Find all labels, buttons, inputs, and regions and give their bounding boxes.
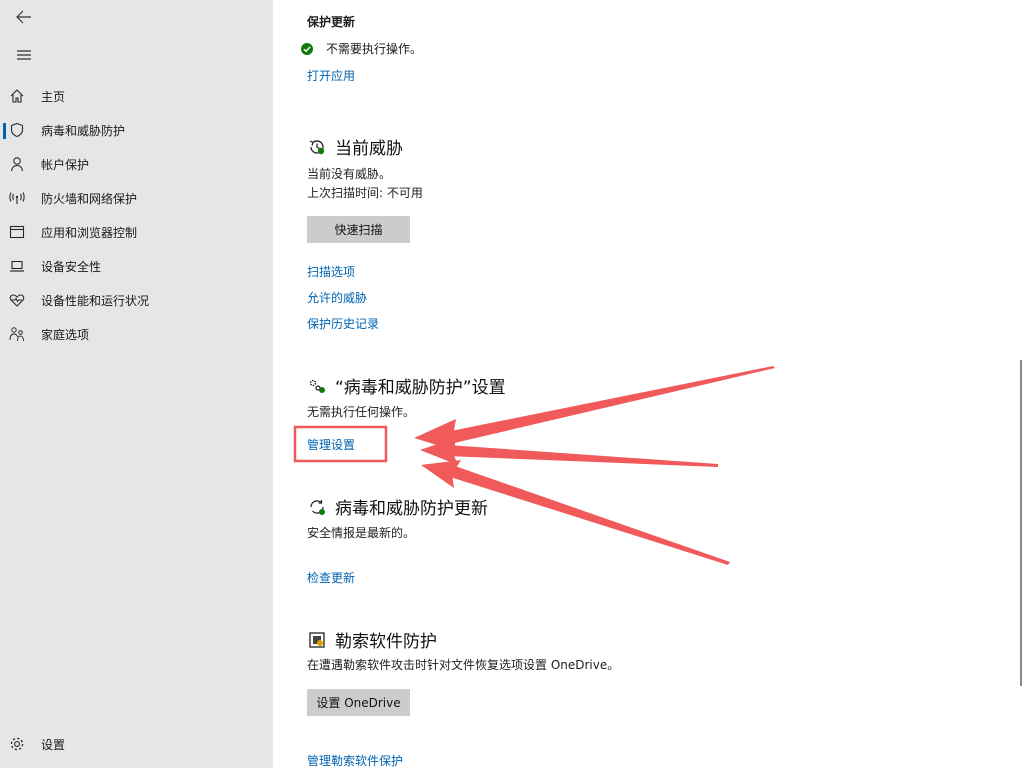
main-content: 保护更新 不需要执行操作。 打开应用 当前威胁 当前没有威胁。 上次扫描时间: … [273,0,1024,768]
sidebar-item-label: 主页 [41,89,66,104]
family-icon [8,325,26,343]
sidebar: 主页 病毒和威胁防护 帐户保护 防火墙和网络保护 应用和浏览器控制 设备安全性 [0,0,273,768]
manage-ransomware-link[interactable]: 管理勒索软件保护 [307,752,403,769]
sidebar-item-label: 应用和浏览器控制 [41,225,138,240]
sidebar-item-virus-protection[interactable]: 病毒和威胁防护 [0,113,273,147]
allowed-threats-link[interactable]: 允许的威胁 [307,289,367,306]
app-window-icon [8,223,26,241]
ransomware-folder-icon [307,630,327,650]
protection-history-link[interactable]: 保护历史记录 [307,315,379,332]
heart-pulse-icon [8,291,26,309]
protection-settings-title: “病毒和威胁防护”设置 [335,378,506,398]
sidebar-item-label: 防火墙和网络保护 [41,191,138,206]
ransomware-header: 勒索软件防护 [307,627,437,652]
person-icon [8,155,26,173]
ransomware-title: 勒索软件防护 [335,632,437,652]
hamburger-menu-button[interactable] [0,38,48,72]
sidebar-item-family-options[interactable]: 家庭选项 [0,317,273,351]
shield-icon [8,121,26,139]
sidebar-item-home[interactable]: 主页 [0,79,273,113]
settings-status-text: 无需执行任何操作。 [307,405,416,419]
sidebar-item-app-browser-control[interactable]: 应用和浏览器控制 [0,215,273,249]
refresh-update-icon [307,497,327,517]
hamburger-icon [17,50,31,60]
sidebar-item-label: 设备安全性 [41,259,102,274]
selection-indicator [3,123,6,139]
sidebar-item-label: 帐户保护 [41,157,90,172]
sidebar-item-label: 设备性能和运行状况 [41,293,150,308]
protection-updates-title: 保护更新 [307,15,356,29]
sidebar-item-device-security[interactable]: 设备安全性 [0,249,273,283]
sidebar-item-label: 病毒和威胁防护 [41,123,126,138]
open-app-link[interactable]: 打开应用 [307,67,355,84]
back-button[interactable] [0,0,48,34]
sidebar-item-label: 家庭选项 [41,327,90,342]
protection-settings-header: “病毒和威胁防护”设置 [307,373,506,398]
current-threats-header: 当前威胁 [307,134,403,159]
scrollbar[interactable] [1020,360,1022,686]
sidebar-item-settings[interactable]: 设置 [0,727,273,761]
scan-options-link[interactable]: 扫描选项 [307,263,355,280]
history-clock-icon [307,137,327,157]
sidebar-item-firewall[interactable]: 防火墙和网络保护 [0,181,273,215]
laptop-icon [8,257,26,275]
protection-updates-status-row: 不需要执行操作。 [300,40,422,57]
ransomware-description: 在遭遇勒索软件攻击时针对文件恢复选项设置 OneDrive。 [307,658,620,672]
protection-updates-section-header: 病毒和威胁防护更新 [307,494,488,519]
wifi-antenna-icon [8,189,26,207]
no-threats-text: 当前没有威胁。 [307,167,392,181]
sidebar-item-device-health[interactable]: 设备性能和运行状况 [0,283,273,317]
check-circle-icon [301,42,313,55]
setup-onedrive-button[interactable]: 设置 OneDrive [307,689,410,716]
sidebar-item-account-protection[interactable]: 帐户保护 [0,147,273,181]
quick-scan-button[interactable]: 快速扫描 [307,216,410,243]
current-threats-title: 当前威胁 [335,139,403,159]
check-updates-link[interactable]: 检查更新 [307,569,355,586]
home-icon [8,87,26,105]
last-scan-text: 上次扫描时间: 不可用 [307,186,423,200]
back-arrow-icon [16,10,31,24]
security-intelligence-status: 安全情报是最新的。 [307,526,416,540]
gears-settings-icon [307,376,327,396]
sidebar-item-label: 设置 [41,737,66,752]
protection-updates-status: 不需要执行操作。 [326,42,423,56]
manage-settings-link[interactable]: 管理设置 [307,436,355,453]
gear-icon [8,735,26,753]
protection-updates-section-title: 病毒和威胁防护更新 [335,499,488,519]
